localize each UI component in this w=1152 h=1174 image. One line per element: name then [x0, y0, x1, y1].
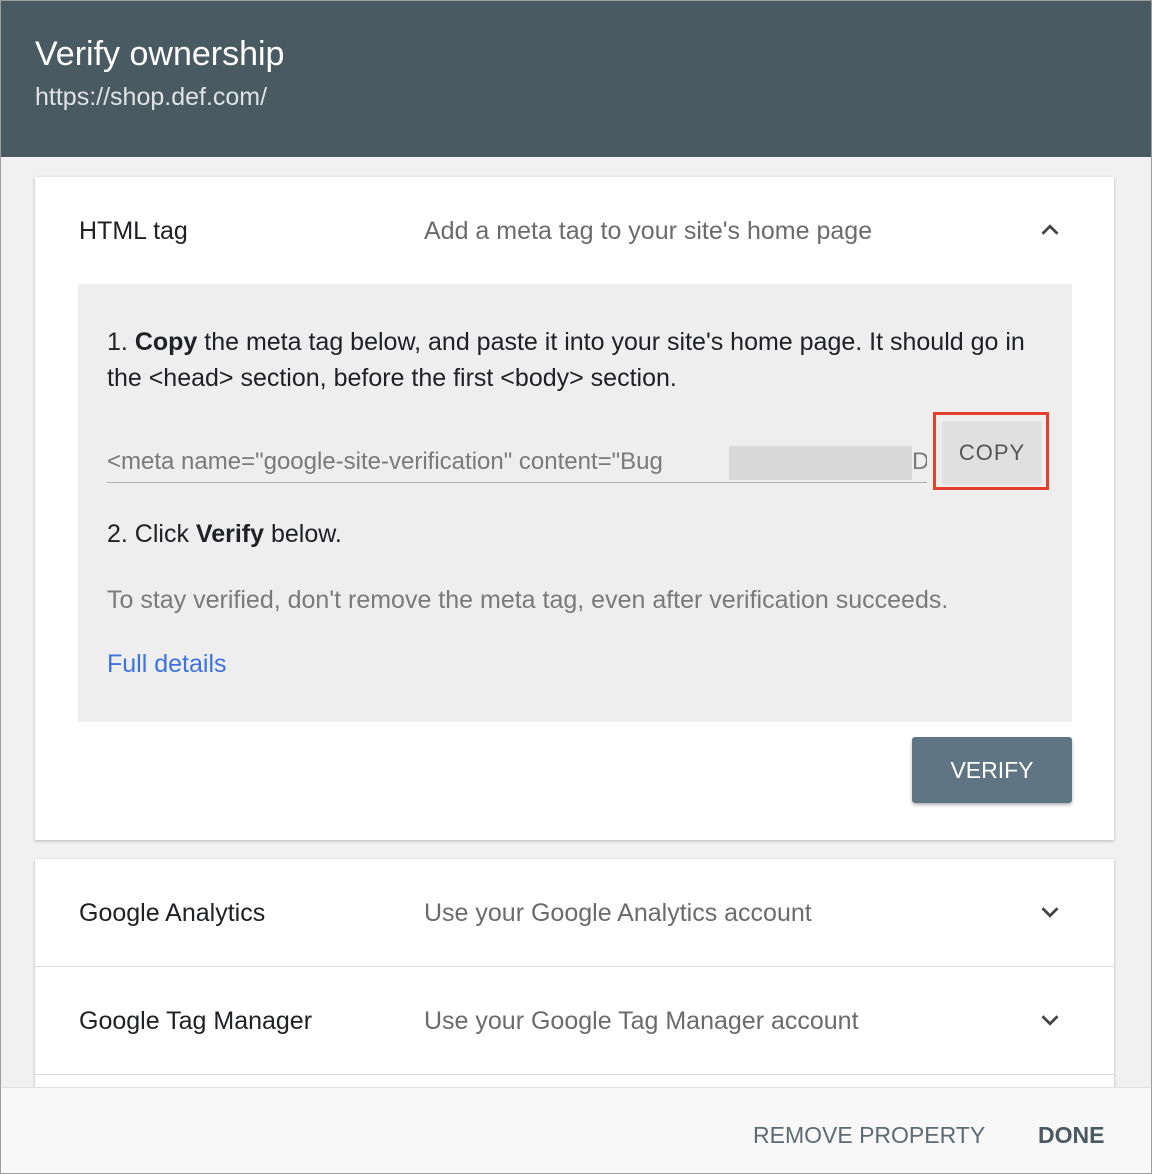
method-description: Add a meta tag to your site's home page	[424, 217, 873, 245]
dialog-body: HTML tag Add a meta tag to your site's h…	[1, 157, 1151, 1099]
step-1-text: 1. Copy the meta tag below, and paste it…	[107, 324, 1047, 396]
other-methods-card: Google Analytics Use your Google Analyti…	[35, 859, 1114, 1099]
method-name: Google Tag Manager	[79, 1007, 313, 1035]
meta-tag-text: <meta name="google-site-verification" co…	[107, 448, 663, 475]
done-button[interactable]: DONE	[1038, 1122, 1104, 1149]
stay-verified-note: To stay verified, don't remove the meta …	[107, 586, 949, 614]
chevron-down-icon[interactable]	[1035, 1005, 1065, 1035]
method-name: Google Analytics	[79, 899, 266, 927]
method-description: Use your Google Analytics account	[424, 899, 812, 927]
step-2-suffix: below.	[264, 520, 342, 548]
chevron-down-icon[interactable]	[1035, 897, 1065, 927]
property-url: https://shop.def.com/	[35, 83, 268, 111]
divider	[35, 1074, 1114, 1075]
redacted-token	[729, 446, 912, 480]
chevron-up-icon[interactable]	[1035, 215, 1065, 245]
google-tag-manager-row[interactable]: Google Tag Manager Use your Google Tag M…	[35, 967, 1114, 1073]
step-1-rest: the meta tag below, and paste it into yo…	[107, 328, 1025, 392]
meta-tag-tail: D	[912, 448, 927, 476]
html-tag-header[interactable]: HTML tag Add a meta tag to your site's h…	[35, 177, 1114, 283]
dialog-footer: REMOVE PROPERTY DONE	[1, 1087, 1151, 1173]
step-number: 1.	[107, 328, 128, 356]
method-name: HTML tag	[79, 217, 188, 245]
step-2-text: 2. Click Verify below.	[107, 520, 342, 549]
remove-property-button[interactable]: REMOVE PROPERTY	[753, 1122, 985, 1149]
dialog-header: Verify ownership https://shop.def.com/	[1, 1, 1151, 157]
google-analytics-row[interactable]: Google Analytics Use your Google Analyti…	[35, 859, 1114, 965]
verify-ownership-dialog: Verify ownership https://shop.def.com/ H…	[0, 0, 1152, 1174]
full-details-link[interactable]: Full details	[107, 650, 227, 679]
verify-button[interactable]: VERIFY	[912, 737, 1072, 803]
meta-tag-field[interactable]: <meta name="google-site-verification" co…	[107, 444, 927, 483]
step-2-prefix: 2. Click	[107, 520, 196, 548]
dialog-title: Verify ownership	[35, 35, 285, 73]
copy-button[interactable]: COPY	[942, 421, 1042, 485]
step-2-bold: Verify	[195, 520, 265, 548]
method-description: Use your Google Tag Manager account	[424, 1007, 859, 1035]
instructions-panel: 1. Copy the meta tag below, and paste it…	[78, 284, 1072, 722]
html-tag-card: HTML tag Add a meta tag to your site's h…	[35, 177, 1114, 840]
step-1-bold: Copy	[134, 328, 198, 356]
